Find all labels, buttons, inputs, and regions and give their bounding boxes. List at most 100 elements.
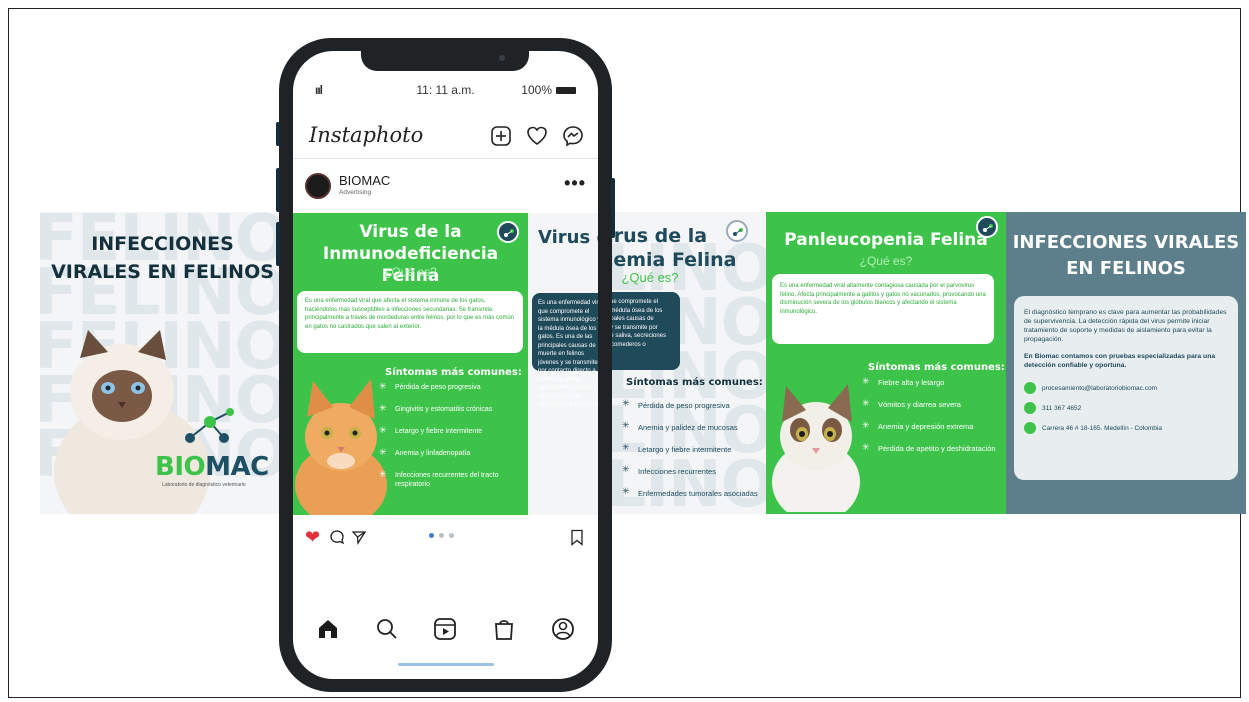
symptom-text: Fiebre alta y letargo — [878, 378, 945, 387]
peek-description: Es una enfermedad viral que compromete e… — [532, 293, 598, 408]
contact-email-text: procesamiento@laboratoriobiomac.com — [1042, 384, 1157, 392]
paw-icon — [862, 442, 874, 454]
symptom-item: Pérdida de peso progresiva — [379, 381, 505, 405]
symptom-item: Vómitos y diarrea severa — [862, 398, 996, 422]
symptom-text: Letargo y fiebre intermitente — [638, 444, 732, 454]
reels-icon[interactable] — [432, 616, 458, 642]
carousel-dot — [439, 533, 444, 538]
contact-highlight: En Biomac contamos con pruebas especiali… — [1024, 353, 1216, 369]
carousel-dot — [449, 533, 454, 538]
carousel-slide-inmunodeficiencia: Virus de la Inmunodeficiencia Felina ¿Qu… — [293, 213, 528, 515]
logo-tagline: Laboratorio de diagnóstico veterinario — [162, 482, 246, 488]
cover-title-line-2: VIRALES EN FELINOS — [51, 261, 274, 283]
app-header: Instaphoto — [293, 123, 598, 159]
post-carousel[interactable]: Virus de la Inmunodeficiencia Felina ¿Qu… — [293, 213, 598, 515]
paw-icon — [862, 398, 874, 410]
panleucopenia-title: Panleucopenia Felina — [784, 230, 988, 250]
notch — [361, 51, 529, 71]
share-icon[interactable] — [351, 529, 367, 545]
post-header: BIOMAC Advertising ••• — [293, 171, 598, 207]
account-name[interactable]: BIOMAC — [339, 173, 390, 188]
inmunodeficiencia-symptoms-list: Pérdida de peso progresiva Gingivitis y … — [379, 381, 505, 493]
paw-icon — [379, 447, 391, 459]
symptom-item: Anemia y linfadenopatía — [379, 447, 505, 471]
inmunodeficiencia-symptoms-title: Síntomas más comunes: — [385, 367, 522, 378]
profile-icon[interactable] — [550, 616, 576, 642]
battery-icon — [556, 86, 576, 94]
kitten-image — [772, 384, 860, 512]
cover-title-line-1: INFECCIONES — [91, 233, 234, 255]
location-icon — [1024, 422, 1036, 434]
volume-down-button — [276, 222, 280, 266]
symptom-item: Infecciones recurrentes — [622, 460, 758, 482]
phone-mockup: ııl 11: 11 a.m. 100% Instaphoto BIOMAC A… — [276, 38, 615, 692]
like-heart-icon[interactable]: ❤ — [305, 527, 320, 548]
panleucopenia-symptoms-list: Fiebre alta y letargo Vómitos y diarrea … — [862, 376, 996, 466]
symptom-text: Enfermedades tumorales asociadas — [638, 488, 758, 498]
symptom-item: Pérdida de apetito y deshidratación — [862, 442, 996, 466]
mute-switch — [276, 122, 280, 146]
bookmark-icon[interactable] — [570, 529, 584, 546]
status-bar: ııl 11: 11 a.m. 100% — [293, 83, 598, 101]
panleucopenia-question: ¿Qué es? — [859, 254, 913, 268]
symptom-item: Letargo y fiebre intermitente — [379, 425, 505, 449]
contact-phone-text: 311 367 4652 — [1042, 404, 1082, 412]
messenger-icon[interactable] — [562, 125, 584, 147]
avatar[interactable] — [305, 173, 331, 199]
heart-icon[interactable] — [526, 125, 548, 147]
inmunodeficiencia-title-line-1: Virus de la — [359, 222, 462, 242]
logo-mac: MAC — [205, 452, 269, 482]
contact-address: Carrera 46 # 18-165. Medellín - Colombia — [1024, 418, 1228, 438]
carousel-slide-peek: Virus de la Es una enfermedad viral que … — [528, 213, 598, 515]
camera-icon — [499, 55, 505, 61]
paw-icon — [379, 425, 391, 437]
paw-icon — [379, 469, 391, 481]
symptom-text: Infecciones recurrentes — [638, 466, 716, 476]
symptom-item: Anemia y depresión extrema — [862, 420, 996, 444]
contact-email: procesamiento@laboratoriobiomac.com — [1024, 378, 1228, 398]
search-icon[interactable] — [374, 616, 400, 642]
symptom-item: Infecciones recurrentes del tracto respi… — [379, 469, 505, 493]
orange-cat-image — [295, 379, 387, 515]
symptom-text: Pérdida de apetito y deshidratación — [878, 444, 996, 453]
email-icon — [1024, 382, 1036, 394]
biomac-molecule-icon — [185, 408, 234, 443]
carousel-slide-panleucopenia: Panleucopenia Felina ¿Qué es? Es una enf… — [766, 212, 1006, 514]
panleucopenia-description: Es una enfermedad viral altamente contag… — [772, 274, 994, 344]
symptom-item: Gingivitis y estomatitis crónicas — [379, 403, 505, 427]
contact-address-text: Carrera 46 # 18-165. Medellín - Colombia — [1042, 424, 1162, 432]
power-button — [611, 178, 615, 238]
paw-icon — [622, 420, 634, 432]
biomac-badge-icon — [726, 220, 748, 242]
symptom-item: Pérdida de peso progresiva — [622, 394, 758, 416]
symptom-text: Anemia y depresión extrema — [878, 422, 974, 431]
symptom-text: Anemia y palidez de mucosas — [638, 422, 738, 432]
symptom-text: Gingivitis y estomatitis crónicas — [395, 406, 493, 413]
comment-icon[interactable] — [329, 529, 345, 545]
header-actions — [490, 125, 584, 147]
panleucopenia-symptoms-title: Síntomas más comunes: — [868, 362, 1005, 373]
post-actions: ❤ — [293, 527, 598, 553]
inmunodeficiencia-description: Es una enfermedad viral que afecta el si… — [297, 291, 523, 353]
symptom-item: Anemia y palidez de mucosas — [622, 416, 758, 438]
symptom-text: Anemia y linfadenopatía — [395, 450, 471, 457]
phone-screen: ııl 11: 11 a.m. 100% Instaphoto BIOMAC A… — [293, 51, 598, 679]
volume-up-button — [276, 168, 280, 212]
carousel-slide-cover: FELINOS FELINOS FELINOS FELINOS FELINOS … — [40, 212, 285, 514]
home-icon[interactable] — [315, 616, 341, 642]
bottom-nav — [293, 609, 598, 649]
more-options-icon[interactable]: ••• — [564, 173, 586, 194]
shop-icon[interactable] — [491, 616, 517, 642]
leucemia-symptoms-title: Síntomas más comunes: — [626, 377, 763, 388]
plus-square-icon[interactable] — [490, 125, 512, 147]
logo-bio: BIO — [155, 452, 206, 482]
biomac-logo: BIOMAC — [155, 452, 269, 482]
symptom-item: Enfermedades tumorales asociadas — [622, 482, 758, 504]
contact-panel: El diagnóstico temprano es clave para au… — [1014, 296, 1238, 480]
contact-paragraph: El diagnóstico temprano es clave para au… — [1024, 309, 1227, 343]
contact-title-line-2: EN FELINOS — [1066, 258, 1186, 279]
cover-title: INFECCIONES VIRALES EN FELINOS — [40, 230, 285, 286]
paw-icon — [379, 403, 391, 415]
paw-icon — [862, 420, 874, 432]
inmunodeficiencia-question: ¿Qué es? — [384, 265, 437, 279]
